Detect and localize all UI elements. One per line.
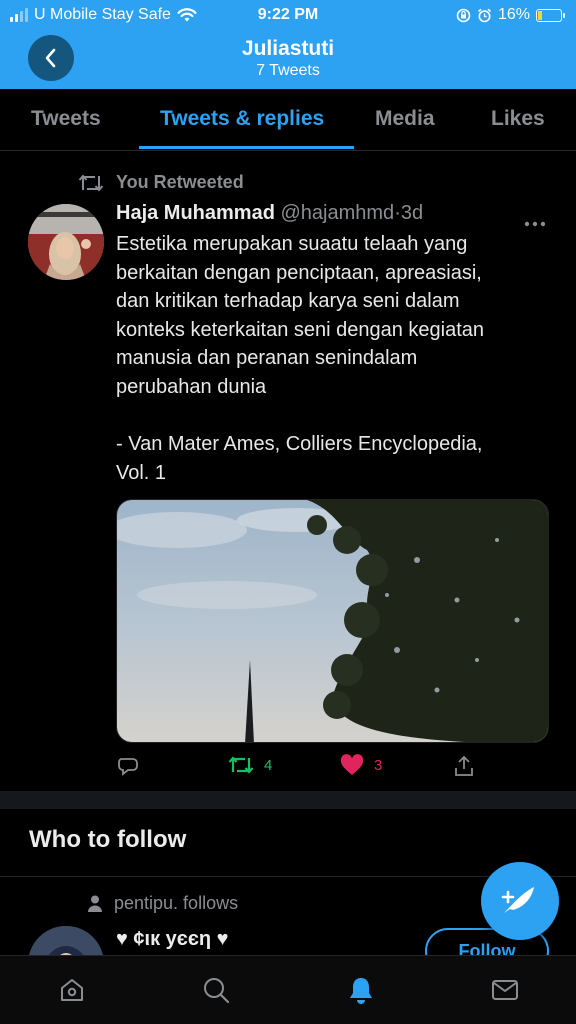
retweet-button[interactable]: 4 — [228, 754, 272, 776]
nav-messages[interactable] — [489, 974, 521, 1006]
retweet-label: You Retweeted — [116, 172, 244, 192]
notifications-icon — [350, 978, 372, 1004]
tweet-line: dan kritikan terhadap karya seni dalam — [116, 290, 460, 313]
reply-button[interactable] — [116, 754, 140, 778]
battery-percent: 16% — [497, 6, 530, 23]
retweet-context: You Retweeted — [78, 172, 244, 193]
like-count: 3 — [374, 756, 383, 774]
profile-title: Juliastuti — [241, 37, 335, 60]
tweet-count: 7 Tweets — [256, 62, 320, 79]
suggested-user-name[interactable]: ♥ ¢ιк уєєη ♥ — [116, 928, 229, 951]
tab-media[interactable]: Media — [375, 107, 435, 131]
top-bar: U Mobile Stay Safe 9:22 PM 16% Juliastut… — [0, 0, 576, 89]
retweet-count: 4 — [264, 756, 273, 774]
more-icon — [524, 221, 546, 227]
tab-tweets-and-replies[interactable]: Tweets & replies — [160, 107, 324, 131]
quote-line: - Van Mater Ames, Colliers Encyclopedia, — [116, 433, 483, 456]
bottom-navigation — [0, 955, 576, 1024]
follows-text: pentipu. follows — [114, 893, 239, 913]
heart-icon — [340, 754, 364, 775]
orientation-lock-icon — [456, 8, 471, 22]
section-divider — [0, 791, 576, 809]
status-bar: U Mobile Stay Safe 9:22 PM 16% — [0, 0, 576, 30]
author-avatar[interactable] — [28, 204, 104, 280]
messages-icon — [492, 980, 518, 1000]
person-icon — [88, 895, 102, 912]
profile-tabs: Tweets Tweets & replies Media Likes — [0, 89, 576, 151]
tweet-line: konteks keterkaitan seni dengan kegiatan — [116, 318, 485, 341]
tweet-photo[interactable] — [116, 499, 549, 743]
author-handle[interactable]: @hajamhmd — [281, 202, 395, 224]
quote-line: Vol. 1 — [116, 461, 167, 484]
who-to-follow-title: Who to follow — [29, 826, 187, 853]
active-tab-indicator — [139, 146, 354, 149]
compose-tweet-button[interactable] — [481, 862, 559, 940]
search-icon — [204, 978, 230, 1004]
meta-separator: · — [394, 202, 401, 224]
tweet-line: Estetika merupakan suaatu telaah yang — [116, 233, 468, 255]
alarm-icon — [477, 8, 492, 22]
tweet-age: 3d — [400, 202, 424, 224]
like-button[interactable]: 3 — [340, 754, 382, 776]
status-right: 16% — [456, 6, 565, 24]
reply-icon — [118, 758, 138, 776]
nav-notifications[interactable] — [345, 974, 377, 1006]
retweet-icon — [228, 756, 254, 774]
share-button[interactable] — [452, 754, 476, 778]
tab-tweets[interactable]: Tweets — [31, 107, 101, 131]
follows-context: pentipu. follows — [88, 893, 238, 914]
nav-search[interactable] — [200, 974, 232, 1006]
share-icon — [455, 755, 473, 776]
home-icon — [61, 979, 83, 1001]
tweet-line: manusia dan peranan senindalam — [116, 347, 418, 370]
tab-likes[interactable]: Likes — [491, 107, 545, 131]
tweet-text: Estetika merupakan suaatu telaah yang be… — [116, 230, 556, 487]
battery-icon — [536, 8, 565, 22]
tweet-line: perubahan dunia — [116, 375, 267, 398]
compose-feather-icon — [501, 887, 534, 913]
tweet-line: berkaitan dengan penciptaan, apreasiasi, — [116, 261, 482, 284]
nav-home[interactable] — [56, 974, 88, 1006]
tweet-header: Haja Muhammad @hajamhmd·3d — [116, 202, 423, 225]
author-name[interactable]: Haja Muhammad — [116, 202, 275, 224]
retweet-icon — [78, 173, 104, 192]
tweet-actions: 4 3 — [116, 754, 556, 782]
